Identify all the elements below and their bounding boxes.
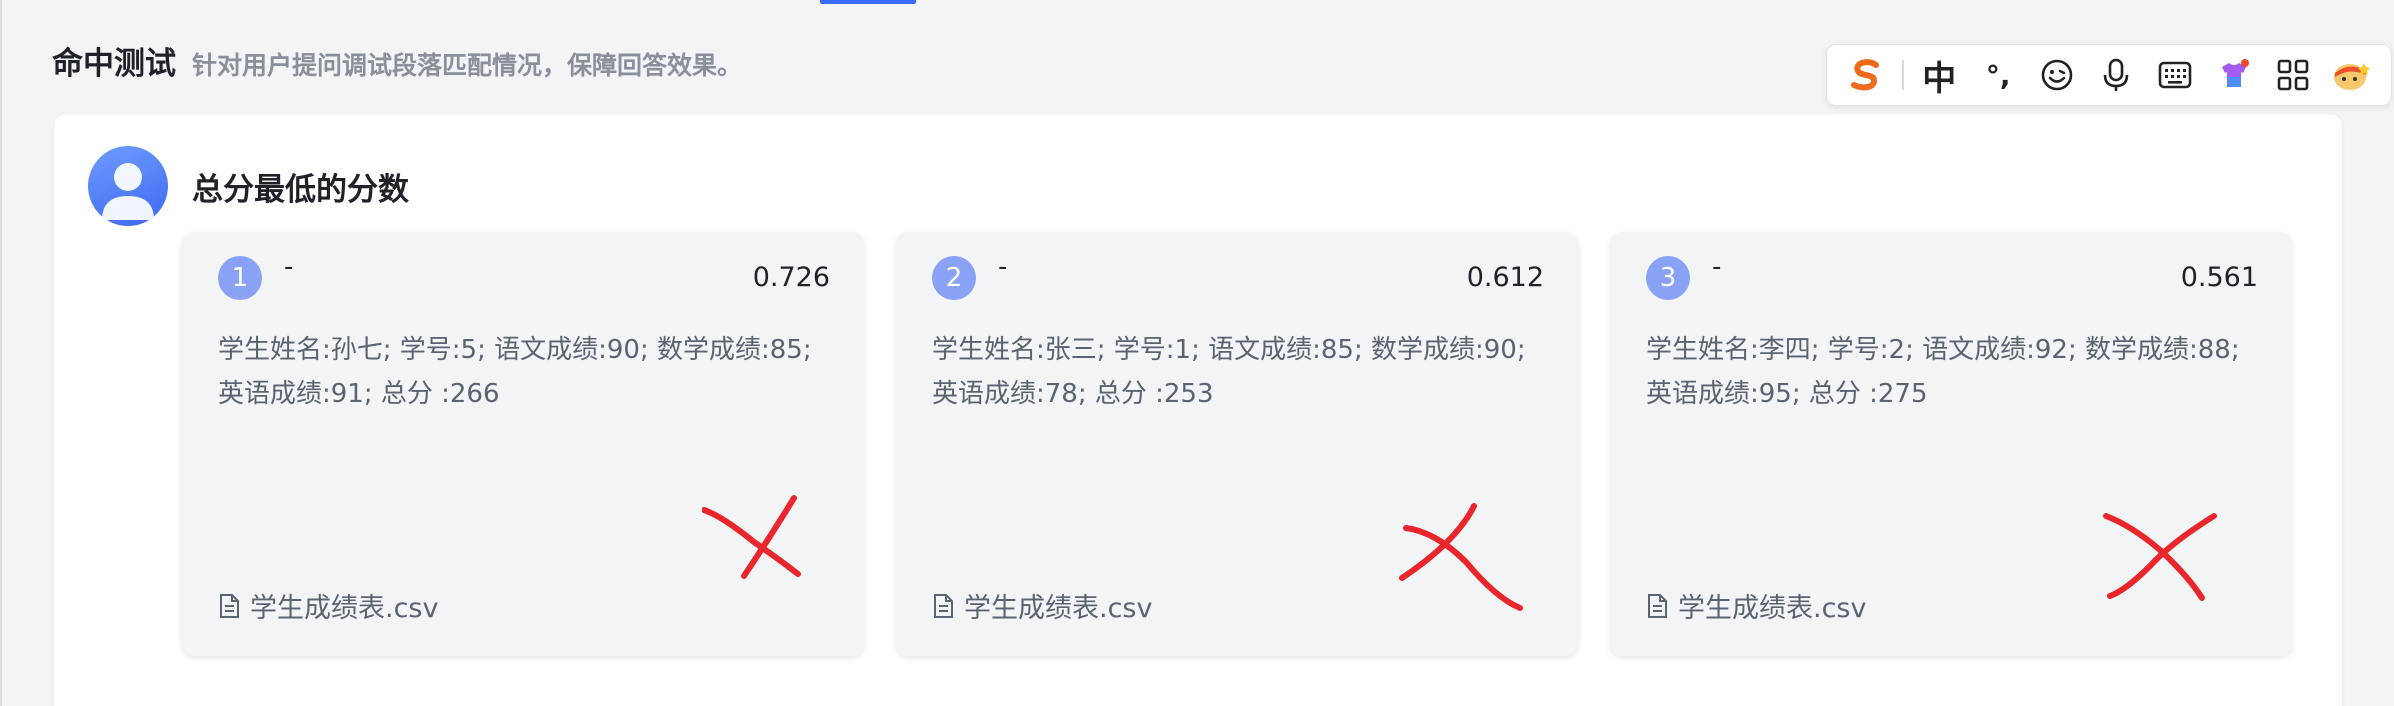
rank-badge: 2 bbox=[932, 256, 976, 300]
red-x-mark bbox=[1399, 503, 1523, 611]
skin-icon[interactable] bbox=[2204, 44, 2263, 106]
source-file-name: 学生成绩表.csv bbox=[250, 593, 439, 624]
segment-content: 学生姓名:孙七; 学号:5; 语文成绩:90; 数学成绩:85; 英语成绩:91… bbox=[218, 335, 812, 409]
segment-content: 学生姓名:张三; 学号:1; 语文成绩:85; 数学成绩:90; 英语成绩:78… bbox=[932, 335, 1526, 409]
hit-test-page: 命中测试 针对用户提问调试段落匹配情况，保障回答效果。 中 °, 总分最低的分数… bbox=[0, 0, 2394, 706]
chinese-mode-button[interactable]: 中 bbox=[1910, 44, 1969, 106]
result-card-1[interactable]: 1 - 0.726 学生姓名:孙七; 学号:5; 语文成绩:90; 数学成绩:8… bbox=[182, 232, 864, 656]
user-avatar bbox=[88, 146, 168, 226]
segment-title: - bbox=[1712, 252, 1722, 282]
red-x-mark bbox=[2103, 513, 2217, 601]
segment-title: - bbox=[998, 252, 1008, 282]
toolbox-grid-icon[interactable] bbox=[2263, 44, 2322, 106]
document-icon bbox=[934, 593, 953, 618]
sogou-logo-icon[interactable] bbox=[1837, 44, 1896, 106]
page-header: 命中测试 针对用户提问调试段落匹配情况，保障回答效果。 bbox=[52, 38, 742, 83]
segment-content: 学生姓名:李四; 学号:2; 语文成绩:92; 数学成绩:88; 英语成绩:95… bbox=[1646, 335, 2240, 409]
emoji-icon[interactable] bbox=[2028, 44, 2087, 106]
red-x-mark bbox=[702, 495, 801, 579]
document-icon bbox=[1648, 593, 1667, 618]
source-file: 学生成绩表.csv bbox=[1646, 586, 1866, 625]
page-title: 命中测试 bbox=[52, 46, 176, 82]
microphone-icon[interactable] bbox=[2087, 44, 2146, 106]
keyboard-icon[interactable] bbox=[2145, 44, 2204, 106]
results-panel: 总分最低的分数 1 - 0.726 学生姓名:孙七; 学号:5; 语文成绩:90… bbox=[54, 114, 2342, 706]
chinese-mode-label: 中 bbox=[1922, 58, 1957, 99]
punctuation-label: °, bbox=[1985, 58, 2011, 92]
similarity-score: 0.561 bbox=[2180, 262, 2258, 293]
mascot-icon[interactable] bbox=[2322, 44, 2381, 106]
result-card-3[interactable]: 3 - 0.561 学生姓名:李四; 学号:2; 语文成绩:92; 数学成绩:8… bbox=[1610, 232, 2292, 656]
rank-badge: 3 bbox=[1646, 256, 1690, 300]
similarity-score: 0.612 bbox=[1466, 262, 1544, 293]
segment-title: - bbox=[284, 252, 294, 282]
rank-badge: 1 bbox=[218, 256, 262, 300]
page-subtitle: 针对用户提问调试段落匹配情况，保障回答效果。 bbox=[192, 51, 743, 80]
source-file: 学生成绩表.csv bbox=[218, 586, 438, 625]
punctuation-button[interactable]: °, bbox=[1969, 44, 2028, 106]
ime-separator bbox=[1901, 60, 1904, 90]
similarity-score: 0.726 bbox=[752, 262, 830, 293]
active-tab-indicator bbox=[820, 0, 916, 4]
source-file: 学生成绩表.csv bbox=[932, 586, 1152, 625]
query-text: 总分最低的分数 bbox=[192, 172, 409, 208]
source-file-name: 学生成绩表.csv bbox=[964, 593, 1153, 624]
ime-toolbar: 中 °, bbox=[1826, 44, 2392, 106]
source-file-name: 学生成绩表.csv bbox=[1678, 593, 1867, 624]
result-card-2[interactable]: 2 - 0.612 学生姓名:张三; 学号:1; 语文成绩:85; 数学成绩:9… bbox=[896, 232, 1578, 656]
document-icon bbox=[220, 593, 239, 618]
